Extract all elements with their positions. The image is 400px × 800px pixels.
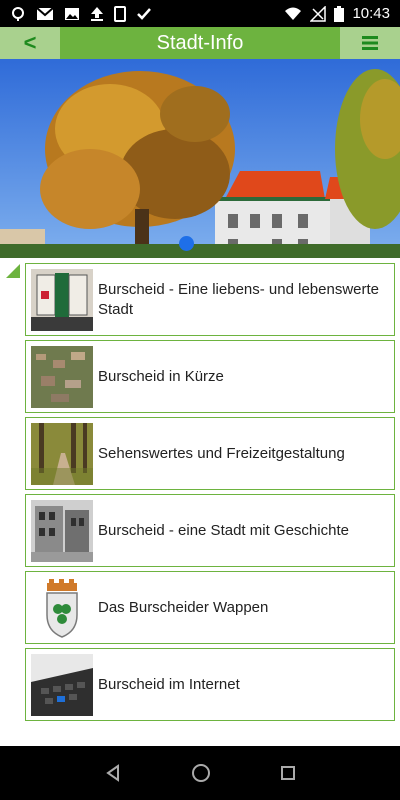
list-item-label: Burscheid - Eine liebens- und lebenswert… xyxy=(98,280,379,318)
corner-marker xyxy=(6,264,20,278)
screenshot-icon xyxy=(114,5,126,22)
wifi-icon xyxy=(285,7,302,20)
list-item-label: Sehenswertes und Freizeitgestaltung xyxy=(98,444,345,462)
list-item[interactable]: Sehenswertes und Freizeitgestaltung xyxy=(25,417,395,490)
historic-street-thumbnail xyxy=(31,499,93,562)
upload-icon xyxy=(91,6,103,21)
home-nav-icon[interactable] xyxy=(191,763,211,783)
recents-nav-icon[interactable] xyxy=(280,765,296,781)
status-bar: 10:43 xyxy=(0,0,400,27)
keyboard-thumbnail xyxy=(31,653,93,716)
system-icons: 10:43 xyxy=(284,5,390,22)
list-item[interactable]: Burscheid - eine Stadt mit Geschichte xyxy=(25,494,395,567)
list-item[interactable]: Burscheid in Kürze xyxy=(25,340,395,413)
hamburger-menu-icon xyxy=(362,36,378,50)
clock: 10:43 xyxy=(352,5,390,22)
back-icon: < xyxy=(23,30,37,55)
hero-illustration xyxy=(0,59,400,258)
battery-icon xyxy=(334,5,345,22)
coat-of-arms-thumbnail xyxy=(31,576,93,639)
list-item[interactable]: Das Burscheider Wappen xyxy=(25,571,395,644)
mail-icon xyxy=(36,6,54,20)
back-button[interactable]: < xyxy=(0,27,60,59)
list-item-label: Das Burscheider Wappen xyxy=(98,598,269,616)
navigation-bar xyxy=(0,746,400,800)
info-list: Burscheid - Eine liebens- und lebenswert… xyxy=(25,263,395,725)
back-nav-icon[interactable] xyxy=(104,764,122,782)
app-header: < Stadt-Info xyxy=(0,27,400,59)
list-item[interactable]: Burscheid im Internet xyxy=(25,648,395,721)
carousel-indicator[interactable] xyxy=(179,236,194,251)
list-item-label: Burscheid - eine Stadt mit Geschichte xyxy=(98,521,349,539)
forest-path-thumbnail xyxy=(31,422,93,485)
page-title: Stadt-Info xyxy=(60,27,340,59)
list-item[interactable]: Burscheid - Eine liebens- und lebenswert… xyxy=(25,263,395,336)
check-icon xyxy=(137,7,151,20)
no-signal-icon xyxy=(310,5,327,22)
hero-image xyxy=(0,59,400,258)
window-shutters-thumbnail xyxy=(31,268,93,331)
image-icon xyxy=(65,7,79,20)
notification-icons xyxy=(10,5,152,22)
location-icon xyxy=(12,6,24,21)
menu-button[interactable] xyxy=(340,27,400,59)
aerial-town-thumbnail xyxy=(31,345,93,408)
list-item-label: Burscheid in Kürze xyxy=(98,367,224,385)
list-item-label: Burscheid im Internet xyxy=(98,675,240,693)
